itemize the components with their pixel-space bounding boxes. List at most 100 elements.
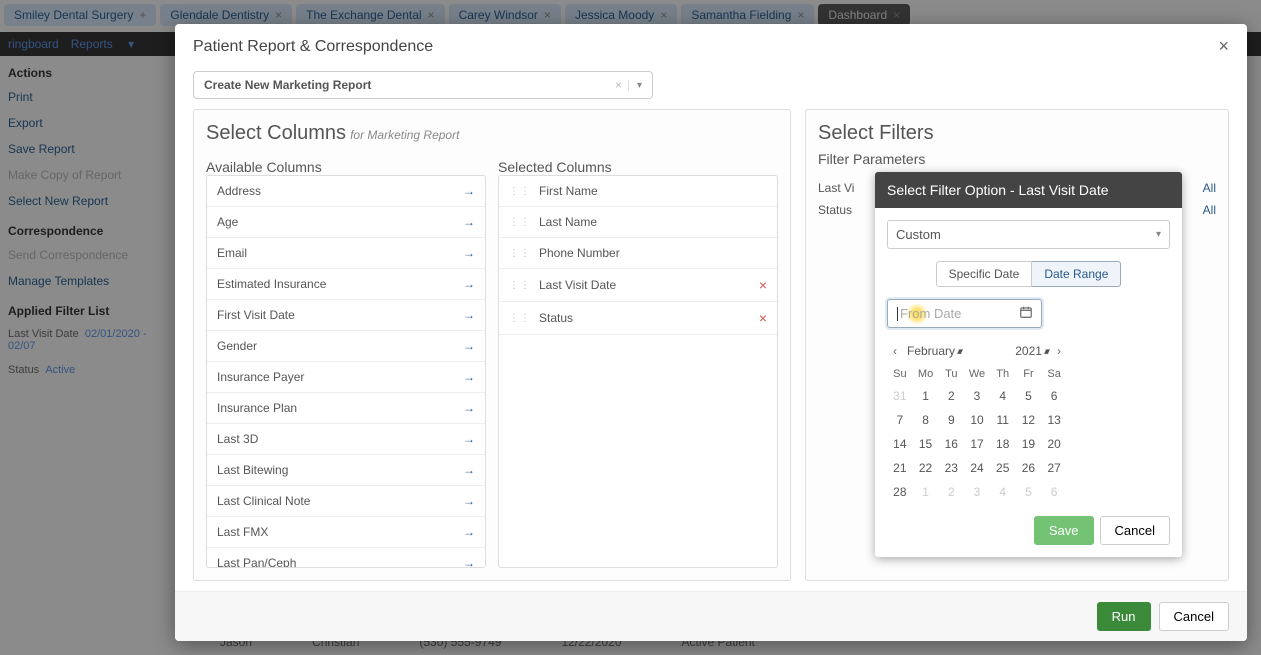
calendar-day[interactable]: 10 (964, 408, 990, 432)
available-column-row: First Visit Date→ (207, 300, 485, 331)
date-picker: ‹ February▴▾ 2021▴▾ › SuMoTuWeThFrSa 311… (887, 338, 1067, 504)
available-columns-list[interactable]: Address→Age→Email→Estimated Insurance→Fi… (206, 175, 486, 568)
selected-column-row: ⋮⋮First Name (499, 176, 777, 207)
select-filters-heading: Select Filters (818, 122, 1216, 145)
available-column-row: Last Pan/Ceph→ (207, 548, 485, 568)
add-column-arrow-icon[interactable]: → (463, 184, 475, 198)
calendar-day[interactable]: 22 (913, 456, 939, 480)
column-name: Last Name (539, 215, 767, 229)
add-column-arrow-icon[interactable]: → (463, 525, 475, 539)
preset-select[interactable]: Custom ▾ (887, 220, 1170, 249)
column-name: Last FMX (217, 525, 463, 539)
calendar-day[interactable]: 3 (964, 384, 990, 408)
add-column-arrow-icon[interactable]: → (463, 246, 475, 260)
chevron-down-icon[interactable]: ▾ (628, 80, 642, 91)
available-column-row: Last 3D→ (207, 424, 485, 455)
run-button[interactable]: Run (1097, 602, 1151, 631)
add-column-arrow-icon[interactable]: → (463, 556, 475, 568)
drag-handle-icon[interactable]: ⋮⋮ (509, 280, 531, 291)
calendar-day[interactable]: 11 (990, 408, 1016, 432)
popover-save-button[interactable]: Save (1034, 516, 1094, 545)
calendar-day[interactable]: 6 (1041, 384, 1067, 408)
calendar-day: 5 (1016, 480, 1042, 504)
selected-columns-heading: Selected Columns (498, 159, 778, 175)
calendar-day[interactable]: 4 (990, 384, 1016, 408)
calendar-day[interactable]: 25 (990, 456, 1016, 480)
calendar-day[interactable]: 14 (887, 432, 913, 456)
add-column-arrow-icon[interactable]: → (463, 339, 475, 353)
add-column-arrow-icon[interactable]: → (463, 215, 475, 229)
add-column-arrow-icon[interactable]: → (463, 463, 475, 477)
drag-handle-icon[interactable]: ⋮⋮ (509, 313, 531, 324)
remove-column-icon[interactable]: × (759, 310, 767, 326)
report-name-text: Create New Marketing Report (204, 78, 609, 92)
modal-close-button[interactable]: × (1218, 36, 1229, 57)
prev-month-button[interactable]: ‹ (887, 342, 903, 360)
column-name: Insurance Payer (217, 370, 463, 384)
calendar-day[interactable]: 9 (938, 408, 964, 432)
add-column-arrow-icon[interactable]: → (463, 370, 475, 384)
add-column-arrow-icon[interactable]: → (463, 494, 475, 508)
filter-parameters-heading: Filter Parameters (818, 151, 1216, 167)
add-column-arrow-icon[interactable]: → (463, 308, 475, 322)
drag-handle-icon[interactable]: ⋮⋮ (509, 248, 531, 259)
calendar-day[interactable]: 13 (1041, 408, 1067, 432)
column-name: Last Pan/Ceph (217, 556, 463, 568)
add-column-arrow-icon[interactable]: → (463, 432, 475, 446)
selected-columns-list[interactable]: ⋮⋮First Name⋮⋮Last Name⋮⋮Phone Number⋮⋮L… (498, 175, 778, 568)
calendar-day[interactable]: 18 (990, 432, 1016, 456)
selected-column-row: ⋮⋮ Phone Number (499, 238, 777, 269)
clear-icon[interactable]: × (615, 78, 622, 92)
add-column-arrow-icon[interactable]: → (463, 277, 475, 291)
calendar-day[interactable]: 23 (938, 456, 964, 480)
calendar-day[interactable]: 5 (1016, 384, 1042, 408)
calendar-day[interactable]: 20 (1041, 432, 1067, 456)
modal-title: Patient Report & Correspondence (193, 38, 433, 56)
add-column-arrow-icon[interactable]: → (463, 401, 475, 415)
calendar-day[interactable]: 28 (887, 480, 913, 504)
calendar-day[interactable]: 12 (1016, 408, 1042, 432)
cancel-button[interactable]: Cancel (1159, 602, 1229, 631)
column-name: Last Visit Date (539, 278, 759, 292)
calendar-day[interactable]: 26 (1016, 456, 1042, 480)
calendar-day[interactable]: 16 (938, 432, 964, 456)
available-column-row: Address→ (207, 176, 485, 207)
filter-all-link[interactable]: All (1203, 203, 1216, 217)
popover-cancel-button[interactable]: Cancel (1100, 516, 1170, 545)
calendar-day[interactable]: 17 (964, 432, 990, 456)
calendar-day[interactable]: 8 (913, 408, 939, 432)
calendar-day[interactable]: 7 (887, 408, 913, 432)
filter-all-link[interactable]: All (1203, 181, 1216, 195)
column-name: Age (217, 215, 463, 229)
specific-date-button[interactable]: Specific Date (936, 261, 1033, 287)
drag-handle-icon[interactable]: ⋮⋮ (509, 217, 531, 228)
next-month-button[interactable]: › (1051, 342, 1067, 360)
drag-handle-icon[interactable]: ⋮⋮ (509, 186, 531, 197)
calendar-day[interactable]: 2 (938, 384, 964, 408)
selected-column-row: ⋮⋮ Last Visit Date× (499, 269, 777, 302)
calendar-day[interactable]: 24 (964, 456, 990, 480)
from-date-input[interactable]: From Date (887, 299, 1042, 328)
calendar-day[interactable]: 27 (1041, 456, 1067, 480)
column-name: Phone Number (539, 246, 767, 260)
available-column-row: Last Bitewing→ (207, 455, 485, 486)
date-range-button[interactable]: Date Range (1032, 261, 1121, 287)
calendar-icon[interactable] (1019, 305, 1033, 322)
column-name: Last 3D (217, 432, 463, 446)
date-mode-toggle: Specific Date Date Range (887, 261, 1170, 287)
column-name: Status (539, 311, 759, 325)
month-select[interactable]: February▴▾ (903, 342, 964, 360)
remove-column-icon[interactable]: × (759, 277, 767, 293)
year-select[interactable]: 2021▴▾ (1011, 342, 1051, 360)
calendar-day[interactable]: 21 (887, 456, 913, 480)
select-columns-heading: Select Columns (206, 122, 346, 144)
column-name: Last Clinical Note (217, 494, 463, 508)
chevron-down-icon: ▾ (1156, 229, 1161, 240)
report-name-select[interactable]: Create New Marketing Report × ▾ (193, 71, 653, 99)
column-name: Address (217, 184, 463, 198)
column-name: Estimated Insurance (217, 277, 463, 291)
available-columns-heading: Available Columns (206, 159, 486, 175)
calendar-day[interactable]: 15 (913, 432, 939, 456)
calendar-day[interactable]: 1 (913, 384, 939, 408)
calendar-day[interactable]: 19 (1016, 432, 1042, 456)
